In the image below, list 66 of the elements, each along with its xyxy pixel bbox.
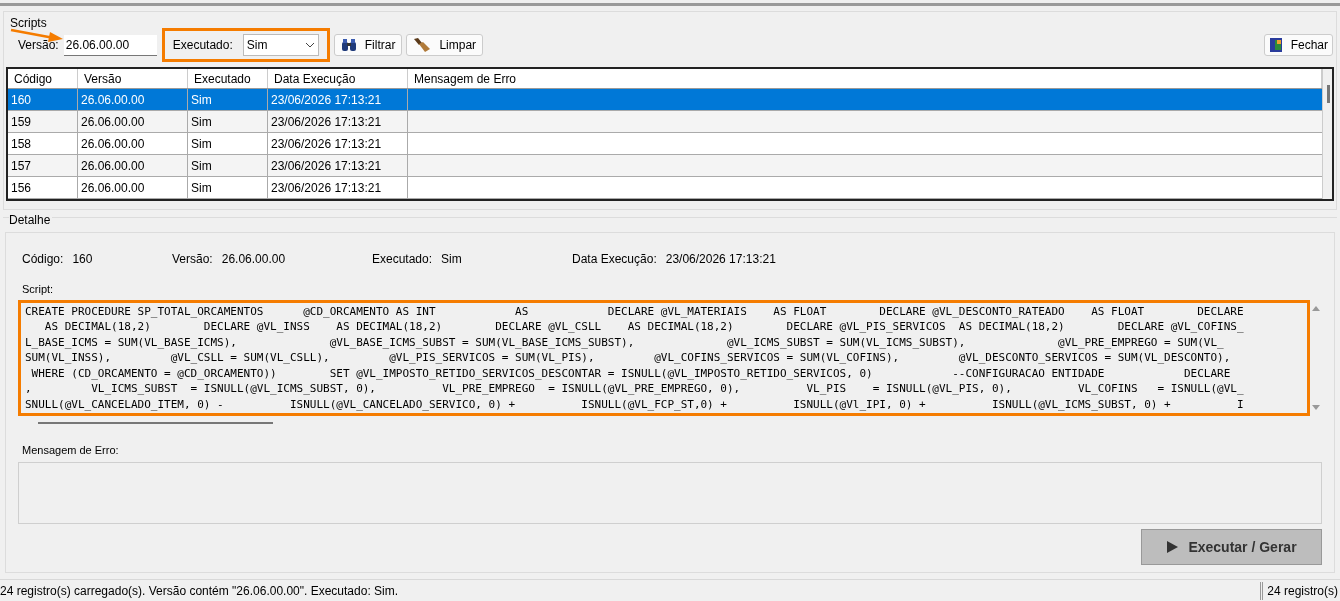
table-row[interactable]: 156 26.06.00.00 Sim 23/06/2026 17:13:21 [8,177,1322,199]
error-label: Mensagem de Erro: [21,442,120,458]
table-cell-text: 23/06/2026 17:13:21 [271,135,382,153]
table-cell-text: 23/06/2026 17:13:21 [271,113,382,131]
table-cell-text: 26.06.00.00 [81,113,145,131]
table-cell-text: 26.06.00.00 [81,91,145,109]
script-line: AS DECIMAL(18,2) DECLARE @VL_INSS AS DECIMAL(18,2) DECLARE @VL_CSLL AS DECIMAL(18,2) DECLARE @VL_PIS_SERVICOS AS DECIMAL(18,2) DECLARE @VL_COFINS_ [43,319,1244,335]
table-cell-text: 156 [11,179,32,197]
table-cell-text: 26.06.00.00 [81,157,145,175]
table-row[interactable]: 159 26.06.00.00 Sim 23/06/2026 17:13:21 [8,111,1322,133]
detail-label: Versão: [172,251,213,268]
scroll-up-icon [1312,305,1320,311]
detail-value: 160 [72,251,93,268]
executed-dropdown[interactable]: Sim [242,34,319,56]
executed-label: Executado: [172,37,233,54]
version-label: Versão: [18,37,59,54]
column-header[interactable]: Código [8,69,78,88]
chevron-down-icon [304,42,315,48]
status-message: 24 registro(s) carregado(s). Versão contém "26.06.00.00". Executado: Sim. [0,582,400,600]
group-title: Scripts [10,15,47,32]
error-field[interactable] [18,462,1322,524]
table-cell-text: 26.06.00.00 [81,179,145,197]
table-row[interactable]: 157 26.06.00.00 Sim 23/06/2026 17:13:21 [8,155,1322,177]
filter-button[interactable]: Filtrar [333,34,403,56]
table-cell-text: 23/06/2026 17:13:21 [271,91,382,109]
table-cell-text: 23/06/2026 17:13:21 [271,179,382,197]
door-icon [1268,37,1283,53]
version-field[interactable]: 26.06.00.00 [63,34,157,56]
detail-label: Executado: [372,251,433,268]
binoculars-icon [340,38,357,52]
detail-value: Sim [441,251,462,268]
table-cell-text: 160 [11,91,32,109]
table-cell-text: Sim [191,91,212,109]
table-cell-text: Sim [191,135,212,153]
script-line: SNULL(@VL_CANCELADO_ITEM, 0) - ISNULL(@VL_CANCELADO_SERVICO, 0) + ISNULL(@VL_FCP_ST,0) + ISNULL(@Vl_IPI, 0) + ISNULL(@VL_ICMS_SUBST, 0) + I [25,396,1244,412]
table-cell-text: 157 [11,157,32,175]
table-row[interactable]: 158 26.06.00.00 Sim 23/06/2026 17:13:21 [8,133,1322,155]
script-line: CREATE PROCEDURE SP_TOTAL_ORCAMENTOS @CD_ORCAMENTO AS INT AS DECLARE @VL_MATERIAIS AS FLOAT DECLARE @VL_DESCONTO_RATEADO AS FLOAT DECLARE [25,303,1244,319]
script-label: Script: [21,282,55,297]
play-icon [1166,541,1179,553]
detail-label: Data Execução: [572,251,657,268]
table-cell-text: Sim [191,179,212,197]
column-header[interactable]: Data Execução [268,69,408,88]
script-line: L_BASE_ICMS = SUM(VL_BASE_ICMS), @VL_BASE_ICMS_SUBST = SUM(VL_BASE_ICMS_SUBST), @VL_ICMS_SUBST = SUM(VL_ICMS_SUBST), @VL_PRE_EMPREGO = SUM(VL_ [25,334,1224,350]
script-line: SUM(VL_INSS), @VL_CSLL = SUM(VL_CSLL), @VL_PIS_SERVICOS = SUM(VL_PIS), @VL_COFINS_SERVICOS = SUM(VL_COFINS), @VL_DESCONTO_SERVICOS = SUM(VL_DESCONTO), [25,350,1231,366]
script-field[interactable] [18,299,1310,416]
clear-button[interactable]: Limpar [406,34,484,56]
table-cell-text: 26.06.00.00 [81,135,145,153]
script-line: WHERE (CD_ORCAMENTO = @CD_ORCAMENTO)) SET @VL_IMPOSTO_RETIDO_SERVICOS_DESCONTAR = ISNULL(@VL_IMPOSTO_RETIDO_SERVICOS, 0) --CONFIGURACAO ENTIDADE DECLARE [30,365,1231,381]
column-header[interactable]: Executado [188,69,268,88]
script-line: , VL_ICMS_SUBST = ISNULL(@VL_ICMS_SUBST, 0), VL_PRE_EMPREGO = ISNULL(@VL_PRE_EMPREGO, 0), VL_PIS = ISNULL(@VL_PIS, 0), VL_COFINS = ISNULL(@VL_ [25,381,1244,397]
table-row[interactable]: 160 26.06.00.00 Sim 23/06/2026 17:13:21 [8,89,1322,111]
table-cell-text: 23/06/2026 17:13:21 [271,157,382,175]
annotation-arrow [10,28,64,42]
table-cell-text: 159 [11,113,32,131]
table-cell-text: Sim [191,113,212,131]
detail-value: 26.06.00.00 [221,251,286,268]
table-cell-text: 158 [11,135,32,153]
status-count: 24 registro(s) [1260,581,1340,600]
table-cell-text: Sim [191,157,212,175]
scroll-down-icon [1312,404,1320,410]
broom-icon [413,37,432,53]
column-header[interactable]: Versão [78,69,188,88]
detail-value: 23/06/2026 17:13:21 [665,251,776,268]
detail-label: Código: [22,251,64,268]
close-button[interactable]: Fechar [1263,34,1333,56]
